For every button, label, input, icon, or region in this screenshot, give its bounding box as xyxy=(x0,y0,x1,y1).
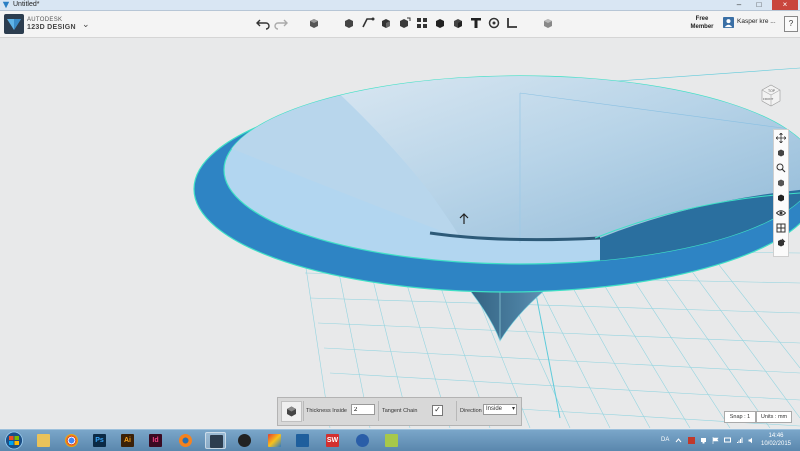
direction-value: Inside xyxy=(486,406,503,412)
start-button-icon[interactable] xyxy=(3,431,25,450)
close-button[interactable]: × xyxy=(772,0,798,10)
view-cube[interactable]: TOP FRONT xyxy=(758,82,784,108)
viewcube-top-label: TOP xyxy=(768,89,776,93)
material-icon[interactable] xyxy=(541,16,555,30)
tangent-chain-checkbox[interactable]: ✓ xyxy=(432,405,443,416)
group-icon[interactable] xyxy=(415,16,429,30)
primitives-icon[interactable] xyxy=(307,16,321,30)
tray-network-icon[interactable] xyxy=(700,437,707,444)
virtualbox-icon xyxy=(296,434,309,447)
perspective-icon[interactable] xyxy=(776,193,786,203)
3d-scene[interactable] xyxy=(0,38,800,428)
taskbar-app-chrome[interactable] xyxy=(61,432,82,449)
taskbar-app-illustrator[interactable]: Ai xyxy=(117,432,138,449)
shell-icon xyxy=(287,406,296,417)
tray-app-icon[interactable] xyxy=(688,437,695,444)
pattern-icon[interactable] xyxy=(397,16,411,30)
material-view-icon[interactable] xyxy=(776,238,786,248)
taskbar-app-explorer[interactable] xyxy=(33,432,54,449)
text-icon[interactable] xyxy=(469,16,483,30)
visibility-eye-icon[interactable] xyxy=(776,208,786,218)
undo-icon[interactable] xyxy=(256,16,270,30)
windows-taskbar: Ps Ai Id SW DA 14:46 10/02/2015 xyxy=(0,429,800,451)
taskbar-app-settings[interactable] xyxy=(352,432,373,449)
tray-wifi-icon[interactable] xyxy=(736,437,743,444)
membership-label[interactable]: Free Member xyxy=(686,15,718,31)
tray-arrow-icon[interactable] xyxy=(675,437,682,444)
main-toolbar: AUTODESK 123D DESIGN ⌄ Free Member Kaspe… xyxy=(0,11,800,38)
brand-company: AUTODESK xyxy=(27,17,63,23)
taskbar-app-inkscape[interactable] xyxy=(234,432,255,449)
fit-icon[interactable] xyxy=(776,178,786,188)
taskbar-app-blender[interactable] xyxy=(175,432,196,449)
indesign-icon: Id xyxy=(149,434,162,447)
maximize-button[interactable]: □ xyxy=(750,0,768,10)
sketch-icon[interactable] xyxy=(342,16,356,30)
shell-tool-button[interactable] xyxy=(281,401,302,422)
zoom-icon[interactable] xyxy=(776,163,786,173)
minimize-button[interactable]: – xyxy=(730,0,748,10)
tangent-chain-label: Tangent Chain xyxy=(382,408,418,414)
measure-icon[interactable] xyxy=(451,16,465,30)
app-icon xyxy=(2,1,10,9)
taskbar-app-solidworks[interactable]: SW xyxy=(322,432,343,449)
3d-viewport[interactable]: TOP FRONT xyxy=(0,38,800,428)
units-button[interactable]: Units : mm xyxy=(756,411,792,423)
direction-label: Direction xyxy=(460,408,482,414)
chevron-down-icon[interactable]: ⌄ xyxy=(82,19,92,29)
construct-icon[interactable] xyxy=(361,16,375,30)
tray-volume-icon[interactable] xyxy=(748,437,755,444)
direction-select[interactable]: Inside ▾ xyxy=(483,404,517,415)
separator xyxy=(303,401,304,421)
snap-button[interactable]: Snap : 1 xyxy=(724,411,756,423)
snap-icon[interactable] xyxy=(487,16,501,30)
taskbar-app-sketchup[interactable] xyxy=(264,432,285,449)
sketchup-icon xyxy=(268,434,281,447)
clock-time[interactable]: 14:46 xyxy=(762,433,790,439)
taskbar-app-123d-design[interactable] xyxy=(205,432,226,449)
solidworks-icon: SW xyxy=(326,434,339,447)
redo-icon[interactable] xyxy=(274,16,288,30)
user-name-dropdown[interactable]: Kasper kre ... xyxy=(737,18,776,25)
tray-display-icon[interactable] xyxy=(724,437,731,444)
clock-date[interactable]: 10/02/2015 xyxy=(758,441,794,447)
language-indicator[interactable]: DA xyxy=(661,437,669,443)
user-avatar-icon[interactable] xyxy=(723,17,734,28)
taskbar-app-virtualbox[interactable] xyxy=(292,432,313,449)
folder-icon xyxy=(37,434,50,447)
viewcube-front-label: FRONT xyxy=(763,97,773,101)
separator xyxy=(456,401,457,421)
123d-design-icon xyxy=(210,435,223,448)
separator xyxy=(378,401,379,421)
blender-icon xyxy=(179,434,192,447)
brand-product: 123D DESIGN xyxy=(27,24,76,31)
chrome-icon xyxy=(65,434,78,447)
thickness-input[interactable] xyxy=(351,404,375,415)
inkscape-icon xyxy=(238,434,251,447)
grid-toggle-icon[interactable] xyxy=(776,223,786,233)
taskbar-app-indesign[interactable]: Id xyxy=(145,432,166,449)
member-line1: Free xyxy=(695,16,709,22)
shell-options-panel: Thickness Inside Tangent Chain ✓ Directi… xyxy=(277,397,522,426)
modify-icon[interactable] xyxy=(379,16,393,30)
photoshop-icon: Ps xyxy=(93,434,106,447)
title-bar: Untitled* – □ × xyxy=(0,0,800,11)
chevron-down-icon: ▾ xyxy=(511,406,515,412)
app-logo-icon[interactable] xyxy=(4,14,24,34)
combine-icon[interactable] xyxy=(433,16,447,30)
taskbar-app-photoshop[interactable]: Ps xyxy=(89,432,110,449)
settings-gear-icon xyxy=(356,434,369,447)
orbit-icon[interactable] xyxy=(776,148,786,158)
notepad-icon xyxy=(385,434,398,447)
member-line2: Member xyxy=(690,24,714,30)
navigation-panel xyxy=(773,129,789,257)
help-button[interactable]: ? xyxy=(784,16,798,32)
thickness-label: Thickness Inside xyxy=(306,408,347,414)
ruler-icon[interactable] xyxy=(505,16,519,30)
illustrator-icon: Ai xyxy=(121,434,134,447)
window-title: Untitled* xyxy=(13,1,40,8)
taskbar-app-notepad[interactable] xyxy=(381,432,402,449)
tray-flag-icon[interactable] xyxy=(712,437,719,444)
pan-icon[interactable] xyxy=(776,133,786,143)
